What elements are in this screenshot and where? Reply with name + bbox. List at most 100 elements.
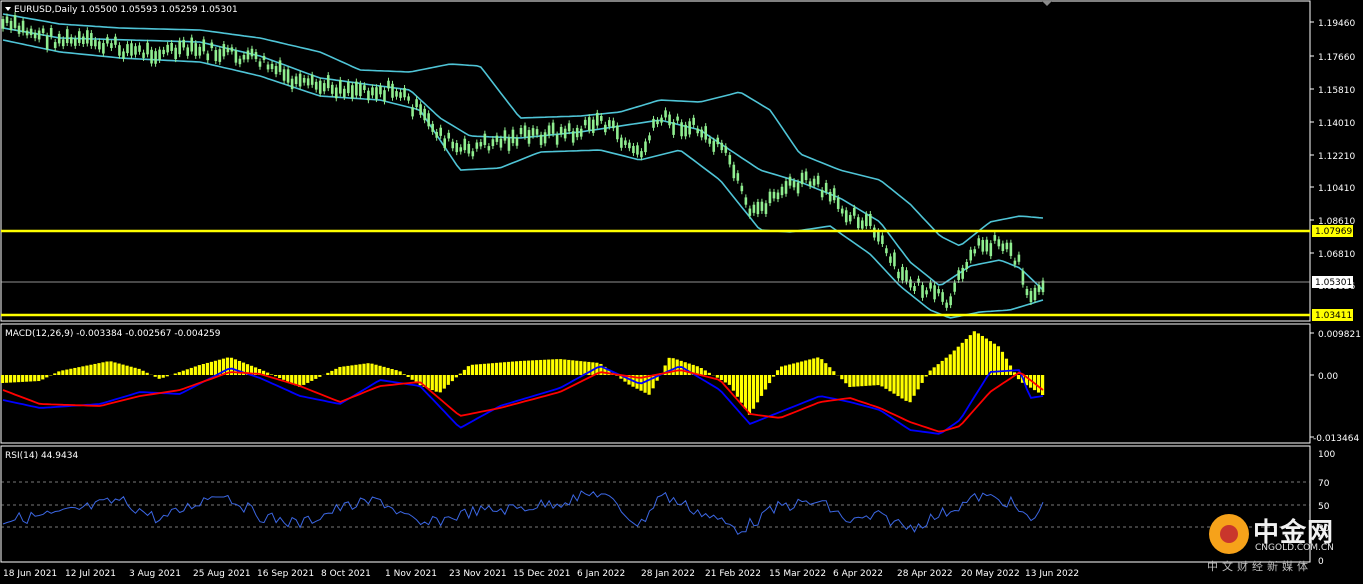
candlesticks [1,12,1045,311]
candle-body [33,32,37,39]
candle-body [475,142,479,149]
candle-body [977,238,981,246]
candle-body [656,120,659,125]
candle-body [664,110,667,118]
candle-body [158,49,161,61]
macd-bar [944,357,948,375]
trading-terminal: 1.19460 1.17660 1.15810 1.14010 1.12210 … [0,0,1361,579]
candle-body [210,42,214,49]
shift-marker-icon[interactable] [1042,1,1052,6]
candle-body [700,129,703,138]
candle-body [5,16,9,23]
candle-body [832,188,836,201]
macd-bar [161,375,165,378]
macd-bar [117,363,121,375]
candle-body [57,33,61,44]
macd-bar [153,375,157,377]
macd-bar [266,372,270,375]
candle-body [379,85,382,95]
candle-body [660,117,663,123]
candle-body [929,282,932,289]
macd-bar [980,335,984,375]
candle-body [981,240,985,252]
macd-bar [205,362,209,375]
macd-bar [306,375,310,383]
macd-bar [314,375,318,379]
candle-body [897,271,900,279]
candle-body [507,137,511,151]
macd-bar [81,366,85,375]
candle-body [740,185,744,192]
candle-body [608,120,611,127]
macd-bar [840,375,844,380]
candle-body [728,155,732,165]
macd-bar [197,365,201,375]
macd-bar [747,375,752,415]
macd-bar [1016,375,1021,380]
price-tick: 1.15810 [1318,86,1355,96]
candle-body [672,122,675,135]
macd-bar [45,375,49,378]
candle-body [439,127,442,136]
macd-bar [454,375,458,378]
candle-body [716,137,720,145]
macd-bar [567,359,571,375]
macd-bar [370,363,374,375]
support-level-label: 1.03411 [1315,311,1352,321]
macd-bar [334,368,338,375]
candle-body [451,141,455,149]
candle-body [407,96,410,101]
macd-bar [145,372,149,375]
candle-body [595,112,599,126]
candle-body [848,215,852,222]
candle-body [282,69,286,81]
candle-body [174,47,177,60]
candle-body [644,141,647,153]
candle-body [591,119,595,133]
macd-bar [201,363,205,375]
candle-body [41,28,45,33]
candle-body [330,84,334,94]
macd-bar [575,360,579,375]
candle-body [764,203,768,214]
candle-body [808,181,812,187]
macd-bar [346,365,350,375]
macd-bar [940,360,944,375]
macd-bar [137,368,141,375]
macd-bar [482,363,487,375]
candle-body [214,50,218,62]
candle-body [953,282,956,292]
macd-bar [767,375,772,384]
macd-bar [820,359,824,375]
cngold-logo-icon [1209,514,1249,554]
price-tick: 1.10410 [1318,184,1355,194]
date-tick: 3 Aug 2021 [129,569,181,579]
candle-body [788,176,792,186]
macd-bar [129,366,133,375]
chevron-down-icon[interactable] [5,7,11,11]
date-tick: 25 Aug 2021 [193,569,251,579]
macd-bar [703,370,707,375]
macd-bar [133,367,137,375]
candle-body [146,42,149,55]
macd-bar [282,375,286,380]
candle-body [463,138,467,151]
candle-body [154,51,157,64]
candle-body [355,81,358,96]
candle-body [997,239,1001,247]
candle-body [587,117,591,131]
macd-chart[interactable] [1,331,1045,435]
candle-body [856,217,860,229]
macd-bar [53,373,57,375]
candle-body [1033,287,1037,301]
rsi-chart[interactable] [2,490,1044,536]
price-chart[interactable] [1,12,1045,319]
candle-body [905,270,908,282]
candle-body [455,143,459,153]
date-tick: 28 Jan 2022 [641,569,695,579]
macd-bar [426,375,430,389]
candle-body [852,207,856,216]
candle-body [840,208,844,214]
bb-lower-line [2,39,1044,319]
macd-bar [876,375,880,386]
